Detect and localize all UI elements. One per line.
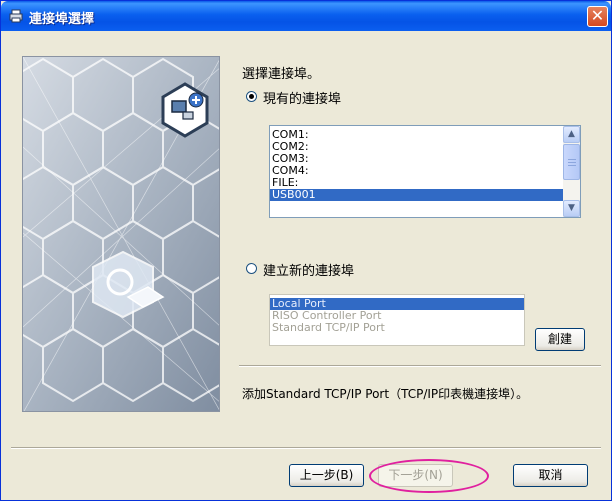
divider xyxy=(239,365,601,367)
existing-port-label[interactable]: 現有的連接埠 xyxy=(263,88,341,107)
new-port-type-list: Local Port RISO Controller Port Standard… xyxy=(269,294,525,346)
cancel-button[interactable]: 取消 xyxy=(513,464,588,487)
list-item[interactable]: COM1: xyxy=(270,129,580,141)
back-button[interactable]: 上一步(B) xyxy=(289,464,364,487)
title-bar[interactable]: 連接埠選擇 ✕ xyxy=(1,1,611,31)
hexagon-network-image xyxy=(23,57,219,411)
existing-port-radio[interactable] xyxy=(246,91,257,102)
scroll-up-icon[interactable]: ▲ xyxy=(563,126,580,143)
window-title: 連接埠選擇 xyxy=(29,12,95,27)
list-item[interactable]: FILE: xyxy=(270,177,580,189)
wizard-illustration xyxy=(22,56,220,412)
list-item-selected[interactable]: USB001 xyxy=(270,189,580,201)
new-port-radio[interactable] xyxy=(246,263,257,274)
scroll-down-icon[interactable]: ▼ xyxy=(563,200,580,217)
scroll-thumb[interactable] xyxy=(563,144,580,180)
button-divider xyxy=(11,447,601,449)
port-selection-dialog: 連接埠選擇 ✕ 選擇連接埠。 現有的連接埠 COM1: COM2: COM3: … xyxy=(0,0,612,501)
computer-plus-badge xyxy=(161,82,209,138)
list-item: Standard TCP/IP Port xyxy=(272,321,385,334)
list-item[interactable]: COM3: xyxy=(270,153,580,165)
instruction-heading: 選擇連接埠。 xyxy=(242,67,321,82)
info-text: 添加Standard TCP/IP Port（TCP/IP印表機連接埠）。 xyxy=(242,387,529,401)
close-button[interactable]: ✕ xyxy=(587,6,608,27)
existing-list-scrollbar[interactable]: ▲ ▼ xyxy=(563,126,580,217)
list-item[interactable]: COM2: xyxy=(270,141,580,153)
existing-port-list[interactable]: COM1: COM2: COM3: COM4: FILE: USB001 ▲ ▼ xyxy=(269,125,581,218)
create-button[interactable]: 創建 xyxy=(535,328,585,351)
new-port-label[interactable]: 建立新的連接埠 xyxy=(263,260,354,279)
list-item[interactable]: COM4: xyxy=(270,165,580,177)
printer-icon xyxy=(9,9,23,23)
next-button-highlight xyxy=(369,459,489,493)
